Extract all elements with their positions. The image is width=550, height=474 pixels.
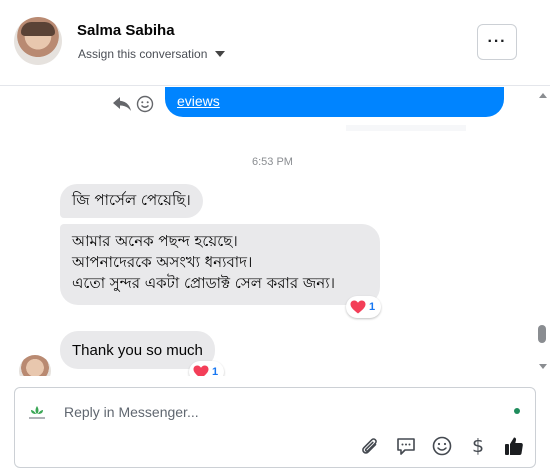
sent-message-link[interactable]: eviews	[177, 93, 220, 109]
message-line: আমার অনেক পছন্দ হয়েছে।	[72, 232, 238, 250]
reaction-count: 1	[369, 301, 376, 313]
message-thread: eviews 6:53 PM জি পার্সেল পেয়েছি। আমার …	[0, 87, 535, 376]
more-options-button[interactable]: ···	[477, 24, 517, 60]
reply-icon[interactable]	[112, 96, 132, 112]
thread-scrollbar[interactable]	[535, 87, 550, 376]
contact-avatar[interactable]	[14, 17, 62, 65]
message-line: এতো সুন্দর একটা প্রোডাক্ট সেল করার জন্য।	[72, 274, 335, 292]
message-line: আপনাদেরকে অসংখ্য ধন্যবাদ।	[72, 253, 253, 271]
received-message[interactable]: আমার অনেক পছন্দ হয়েছে। আপনাদেরকে অসংখ্য…	[60, 224, 380, 305]
heart-icon	[350, 300, 366, 314]
message-line: জি পার্সেল পেয়েছি।	[72, 191, 191, 209]
scroll-down-arrow-icon[interactable]	[539, 364, 547, 369]
contact-avatar-small	[19, 355, 51, 376]
heart-icon	[193, 365, 209, 376]
paperclip-icon[interactable]	[359, 435, 381, 457]
caret-down-icon	[215, 51, 226, 57]
emoji-icon[interactable]	[431, 435, 453, 457]
page-logo-icon	[29, 406, 45, 419]
reaction-count: 1	[212, 366, 219, 376]
smile-icon[interactable]	[136, 95, 154, 113]
thumbs-up-icon[interactable]	[503, 435, 525, 457]
status-dot	[514, 408, 520, 414]
conversation-header: Salma Sabiha Assign this conversation ··…	[0, 0, 550, 86]
reply-composer: $	[14, 387, 536, 468]
seen-indicator	[338, 121, 488, 135]
assign-conversation-dropdown[interactable]: Assign this conversation	[78, 47, 226, 61]
message-timestamp: 6:53 PM	[252, 156, 293, 168]
scroll-thumb[interactable]	[538, 325, 546, 343]
received-message[interactable]: জি পার্সেল পেয়েছি।	[60, 184, 203, 218]
assign-label: Assign this conversation	[78, 47, 208, 61]
message-line: Thank you so much	[72, 342, 203, 359]
scroll-up-arrow-icon[interactable]	[539, 93, 547, 98]
heart-reaction[interactable]: 1	[189, 361, 225, 376]
dollar-icon[interactable]: $	[467, 435, 489, 457]
reply-input[interactable]	[64, 401, 484, 423]
heart-reaction[interactable]: 1	[346, 296, 382, 318]
contact-name[interactable]: Salma Sabiha	[77, 22, 175, 39]
chat-bubble-icon[interactable]	[395, 435, 417, 457]
